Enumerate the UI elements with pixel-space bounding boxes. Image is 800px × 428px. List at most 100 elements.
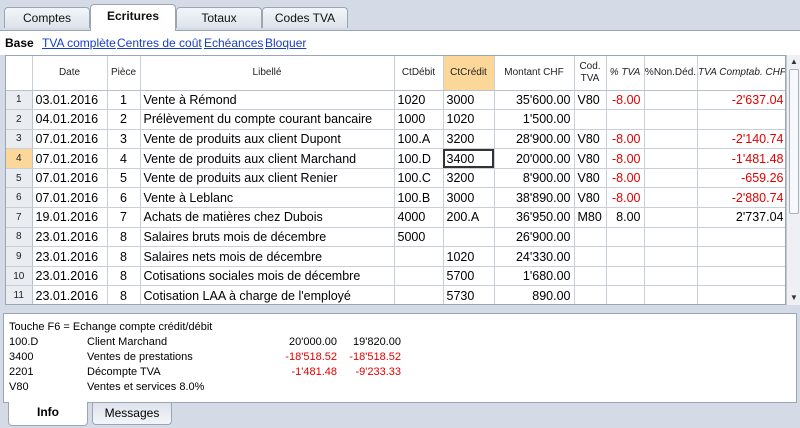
tab-codes-tva[interactable]: Codes TVA: [262, 7, 348, 28]
cell-libelle[interactable]: Cotisations sociales mois de décembre: [140, 266, 395, 287]
table-row[interactable]: 2 04.01.2016 2 Prélèvement du compte couran…: [6, 109, 785, 130]
cell-montant[interactable]: 1'500.00: [494, 109, 575, 130]
cell-non-deductible[interactable]: [644, 187, 698, 209]
cell-piece[interactable]: 8: [107, 285, 141, 304]
table-row[interactable]: 9 23.01.2016 8 Salaires nets mois de décemb…: [6, 246, 785, 267]
cell-tva-comptab[interactable]: [697, 109, 785, 130]
cell-ctcredit[interactable]: 5700: [443, 266, 495, 287]
cell-code-tva[interactable]: [574, 227, 607, 248]
cell-code-tva[interactable]: V80: [574, 148, 607, 169]
cell-tva-comptab[interactable]: [697, 266, 785, 287]
cell-pct-tva[interactable]: -8.00: [606, 90, 645, 111]
cell-piece[interactable]: 1: [107, 90, 141, 111]
vertical-scrollbar[interactable]: ▲ ▼: [786, 55, 800, 305]
cell-code-tva[interactable]: V80: [574, 129, 607, 150]
cell-pct-tva[interactable]: -8.00: [606, 168, 645, 189]
cell-tva-comptab[interactable]: -659.26: [697, 168, 785, 189]
table-row[interactable]: 8 23.01.2016 8 Salaires bruts mois de décem…: [6, 227, 785, 248]
cell-pct-tva[interactable]: [606, 266, 645, 287]
cell-ctdebit[interactable]: [394, 246, 444, 267]
table-row[interactable]: 6 07.01.2016 6 Vente à Leblanc 100.B 3000 38'8…: [6, 187, 785, 209]
cell-date[interactable]: 07.01.2016: [32, 148, 108, 169]
cell-ctcredit[interactable]: 5730: [443, 285, 495, 304]
cell-date[interactable]: 19.01.2016: [32, 207, 108, 228]
cell-non-deductible[interactable]: [644, 285, 698, 304]
cell-non-deductible[interactable]: [644, 168, 698, 189]
cell-tva-comptab[interactable]: [697, 285, 785, 304]
cell-pct-tva[interactable]: -8.00: [606, 148, 645, 169]
view-tva-complete[interactable]: TVA complète: [42, 36, 116, 50]
cell-date[interactable]: 23.01.2016: [32, 266, 108, 287]
cell-montant[interactable]: 26'900.00: [494, 227, 575, 248]
cell-ctdebit[interactable]: 100.C: [394, 168, 444, 189]
cell-montant[interactable]: 1'680.00: [494, 266, 575, 287]
bottom-tab-info[interactable]: Info: [8, 402, 88, 426]
cell-ctcredit[interactable]: [443, 227, 495, 248]
cell-date[interactable]: 23.01.2016: [32, 285, 108, 304]
cell-montant[interactable]: 36'950.00: [494, 207, 575, 228]
cell-piece[interactable]: 5: [107, 168, 141, 189]
cell-date[interactable]: 07.01.2016: [32, 129, 108, 150]
cell-code-tva[interactable]: [574, 246, 607, 267]
cell-ctdebit[interactable]: 100.A: [394, 129, 444, 150]
view-echeances[interactable]: Echéances: [204, 36, 263, 50]
tab-ecritures[interactable]: Ecritures: [90, 4, 176, 31]
column-header-tva-comptab[interactable]: TVA Comptab. CHF: [697, 56, 785, 91]
table-row[interactable]: 10 23.01.2016 8 Cotisations sociales mois d…: [6, 266, 785, 287]
cell-ctcredit[interactable]: 1020: [443, 246, 495, 267]
cell-ctdebit[interactable]: 100.D: [394, 148, 444, 169]
cell-ctcredit[interactable]: 3400: [443, 148, 495, 169]
tab-totaux[interactable]: Totaux: [176, 7, 262, 28]
table-row[interactable]: 11 23.01.2016 8 Cotisation LAA à charge de …: [6, 285, 785, 304]
cell-tva-comptab[interactable]: 2'737.04: [697, 207, 785, 228]
cell-code-tva[interactable]: V80: [574, 90, 607, 111]
cell-montant[interactable]: 35'600.00: [494, 90, 575, 111]
table-row[interactable]: 5 07.01.2016 5 Vente de produits aux client…: [6, 168, 785, 189]
cell-code-tva[interactable]: [574, 266, 607, 287]
view-base[interactable]: Base: [5, 36, 34, 50]
cell-ctdebit[interactable]: [394, 285, 444, 304]
bottom-tab-messages[interactable]: Messages: [92, 403, 172, 425]
cell-pct-tva[interactable]: [606, 227, 645, 248]
cell-tva-comptab[interactable]: [697, 227, 785, 248]
cell-piece[interactable]: 2: [107, 109, 141, 130]
cell-date[interactable]: 04.01.2016: [32, 109, 108, 130]
cell-pct-tva[interactable]: [606, 285, 645, 304]
table-row[interactable]: 4 07.01.2016 4 Vente de produits aux client…: [6, 148, 785, 169]
cell-montant[interactable]: 38'890.00: [494, 187, 575, 209]
cell-non-deductible[interactable]: [644, 207, 698, 228]
cell-non-deductible[interactable]: [644, 148, 698, 169]
cell-ctcredit[interactable]: 3200: [443, 168, 495, 189]
cell-pct-tva[interactable]: 8.00: [606, 207, 645, 228]
cell-montant[interactable]: 890.00: [494, 285, 575, 304]
cell-tva-comptab[interactable]: -2'140.74: [697, 129, 785, 150]
cell-non-deductible[interactable]: [644, 246, 698, 267]
cell-ctdebit[interactable]: 4000: [394, 207, 444, 228]
cell-non-deductible[interactable]: [644, 90, 698, 111]
cell-piece[interactable]: 6: [107, 187, 141, 209]
column-header-piece[interactable]: Pièce: [107, 56, 141, 91]
cell-tva-comptab[interactable]: [697, 246, 785, 267]
cell-montant[interactable]: 20'000.00: [494, 148, 575, 169]
cell-piece[interactable]: 4: [107, 148, 141, 169]
cell-tva-comptab[interactable]: -2'637.04: [697, 90, 785, 111]
cell-ctdebit[interactable]: 5000: [394, 227, 444, 248]
cell-libelle[interactable]: Achats de matières chez Dubois: [140, 207, 395, 228]
cell-piece[interactable]: 3: [107, 129, 141, 150]
cell-pct-tva[interactable]: [606, 246, 645, 267]
cell-non-deductible[interactable]: [644, 129, 698, 150]
cell-date[interactable]: 23.01.2016: [32, 246, 108, 267]
cell-libelle[interactable]: Vente de produits aux client Marchand: [140, 148, 395, 169]
tab-comptes[interactable]: Comptes: [4, 7, 90, 28]
table-row[interactable]: 3 07.01.2016 3 Vente de produits aux client…: [6, 129, 785, 150]
cell-ctcredit[interactable]: 3200: [443, 129, 495, 150]
cell-libelle[interactable]: Vente à Leblanc: [140, 187, 395, 209]
cell-libelle[interactable]: Vente de produits aux client Dupont: [140, 129, 395, 150]
cell-pct-tva[interactable]: [606, 109, 645, 130]
cell-ctdebit[interactable]: [394, 266, 444, 287]
column-header-ctdebit[interactable]: CtDébit: [394, 56, 444, 91]
scroll-up-icon[interactable]: ▲: [789, 57, 799, 67]
table-row[interactable]: 7 19.01.2016 7 Achats de matières chez Dubo…: [6, 207, 785, 228]
cell-libelle[interactable]: Prélèvement du compte courant bancaire: [140, 109, 395, 130]
cell-date[interactable]: 23.01.2016: [32, 227, 108, 248]
